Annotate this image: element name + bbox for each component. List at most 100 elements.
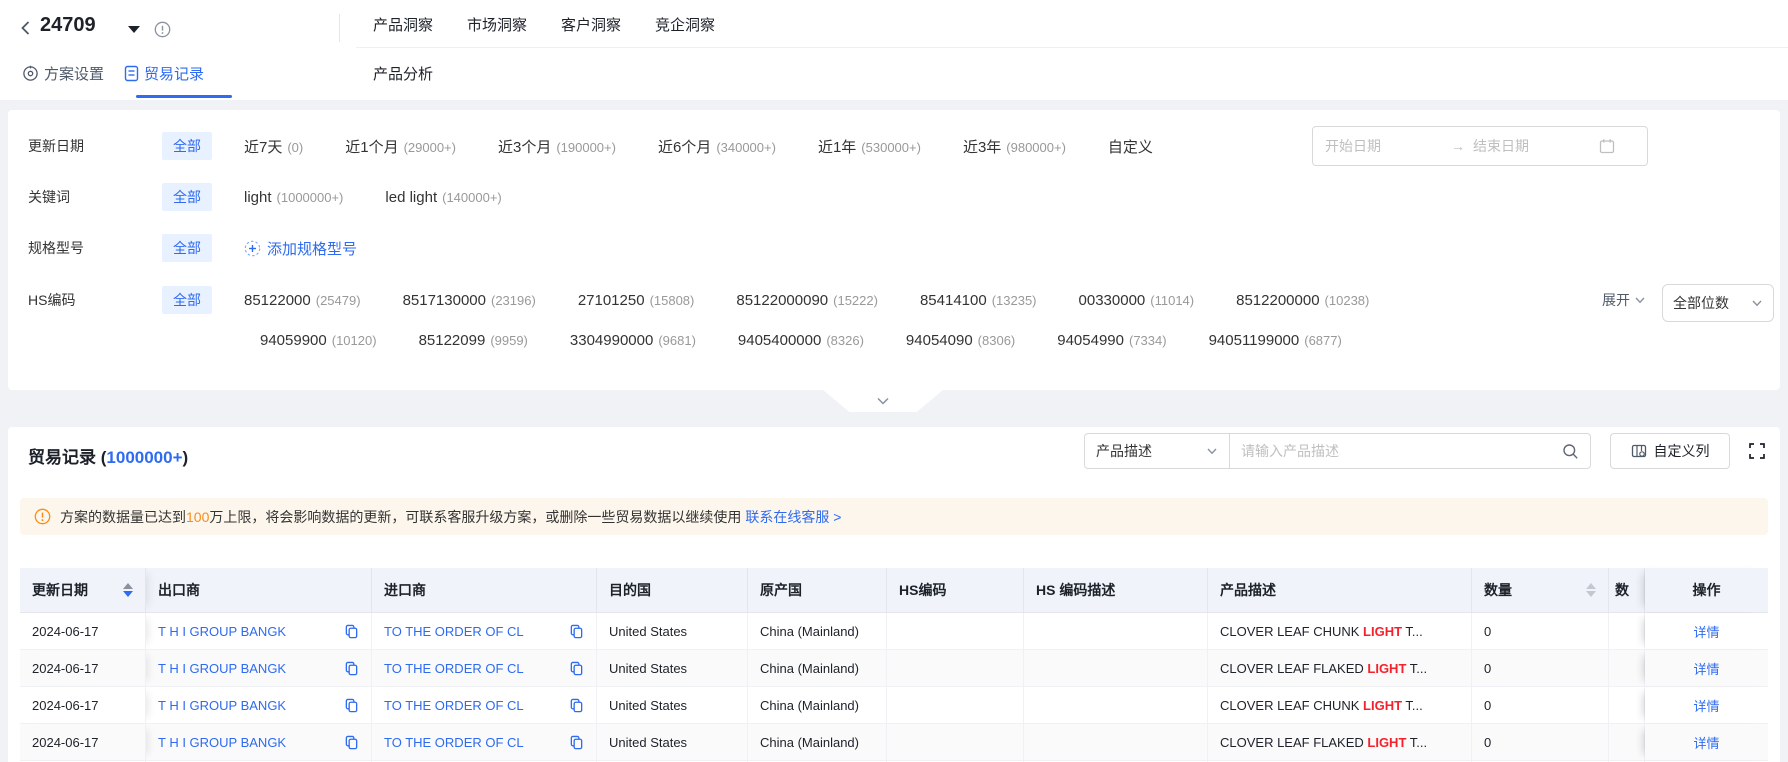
table-row: 2024-06-17 T H I GROUP BANGK TO THE ORDE… [20,687,1768,724]
nav-trade-records[interactable]: 贸易记录 [124,63,204,84]
exporter-link[interactable]: T H I GROUP BANGK [158,735,286,750]
option-custom[interactable]: 自定义 [1108,136,1153,157]
date-range-picker[interactable]: → [1312,126,1648,166]
exporter-link[interactable]: T H I GROUP BANGK [158,661,286,676]
detail-link[interactable]: 详情 [1693,733,1719,752]
copy-icon[interactable] [344,624,359,639]
calendar-icon [1599,139,1615,154]
copy-icon[interactable] [344,661,359,676]
customize-columns-button[interactable]: 自定义列 [1610,433,1730,469]
cell-importer: TO THE ORDER OF CL [372,687,597,723]
cell-action: 详情 [1645,650,1768,686]
hs-expand-toggle[interactable]: 展开 [1602,286,1646,314]
spec-all-chip[interactable]: 全部 [162,234,212,262]
cell-destination: United States [597,687,748,723]
hs-options-line1: 85122000 (25479) 8517130000 (23196) 271012… [244,292,1369,309]
detail-link[interactable]: 详情 [1693,696,1719,715]
sort-quantity[interactable] [1578,583,1596,597]
col-header-quantity[interactable]: 数量 [1472,568,1609,612]
update-date-all-chip[interactable]: 全部 [162,132,212,160]
cell-origin: China (Mainland) [748,724,887,760]
start-date-input[interactable] [1325,138,1443,154]
end-date-input[interactable] [1473,138,1591,154]
warning-text: 方案的数据量已达到100万上限，将会影响数据的更新，可联系客服升级方案，或删除一… [60,508,842,525]
hs-option[interactable]: 85122000 (25479) [244,292,361,309]
cell-quantity: 0 [1472,613,1609,649]
col-header-destination: 目的国 [597,568,748,612]
tab-competitor-insight[interactable]: 竞企洞察 [655,14,715,35]
hs-option[interactable]: 85414100 (13235) [920,292,1037,309]
keyword-all-chip[interactable]: 全部 [162,183,212,211]
hs-option[interactable]: 3304990000 (9681) [570,332,696,349]
info-icon[interactable] [154,21,171,38]
cell-hs-code [887,724,1024,760]
cell-quantity: 0 [1472,724,1609,760]
collapse-filters-button[interactable] [823,390,943,412]
back-icon[interactable] [16,18,36,38]
cell-hs-desc [1024,650,1208,686]
copy-icon[interactable] [569,661,584,676]
plan-nav: 方案设置 贸易记录 [22,58,204,88]
copy-icon[interactable] [344,698,359,713]
search-field-select[interactable]: 产品描述 [1084,433,1230,469]
hs-option[interactable]: 9405400000 (8326) [738,332,864,349]
hs-option[interactable]: 27101250 (15808) [578,292,695,309]
cell-destination: United States [597,613,748,649]
importer-link[interactable]: TO THE ORDER OF CL [384,661,524,676]
copy-icon[interactable] [569,698,584,713]
option-3y[interactable]: 近3年 (980000+) [963,136,1066,157]
hs-option[interactable]: 8512200000 (10238) [1236,292,1369,309]
cell-exporter: T H I GROUP BANGK [146,724,372,760]
copy-icon[interactable] [569,735,584,750]
hs-all-chip[interactable]: 全部 [162,286,212,314]
cell-importer: TO THE ORDER OF CL [372,613,597,649]
range-arrow-icon: → [1451,138,1465,154]
chevron-down-icon [1635,297,1645,304]
hs-digits-select[interactable]: 全部位数 [1662,284,1774,322]
option-1m[interactable]: 近1个月 (29000+) [345,136,456,157]
keyword-led-light[interactable]: led light (140000+) [385,189,501,206]
importer-link[interactable]: TO THE ORDER OF CL [384,735,524,750]
cell-action: 详情 [1645,613,1768,649]
hs-option[interactable]: 85122000090 (15222) [736,292,878,309]
copy-icon[interactable] [569,624,584,639]
option-3m[interactable]: 近3个月 (190000+) [498,136,616,157]
search-input[interactable] [1241,443,1562,459]
keyword-light[interactable]: light (1000000+) [244,189,343,206]
section-title: 贸易记录 (1000000+) [28,448,189,467]
hs-option[interactable]: 94059900 (10120) [260,332,377,349]
copy-icon[interactable] [344,735,359,750]
cell-date: 2024-06-17 [20,650,146,686]
tab-product-insight[interactable]: 产品洞察 [373,14,433,35]
tab-market-insight[interactable]: 市场洞察 [467,14,527,35]
hs-option[interactable]: 00330000 (11014) [1079,292,1195,309]
importer-link[interactable]: TO THE ORDER OF CL [384,624,524,639]
col-header-date[interactable]: 更新日期 [20,568,146,612]
title-caret-down-icon[interactable] [128,26,140,33]
hs-option[interactable]: 94054090 (8306) [906,332,1015,349]
hs-option[interactable]: 8517130000 (23196) [403,292,536,309]
nav-plan-settings[interactable]: 方案设置 [22,63,104,84]
option-6m[interactable]: 近6个月 (340000+) [658,136,776,157]
cell-destination: United States [597,650,748,686]
cell-importer: TO THE ORDER OF CL [372,724,597,760]
tab-customer-insight[interactable]: 客户洞察 [561,14,621,35]
fullscreen-icon[interactable] [1744,438,1770,464]
cell-hs-code [887,613,1024,649]
exporter-link[interactable]: T H I GROUP BANGK [158,698,286,713]
option-7d[interactable]: 近7天 (0) [244,136,303,157]
search-box[interactable] [1229,433,1591,469]
hs-option[interactable]: 85122099 (9959) [419,332,528,349]
importer-link[interactable]: TO THE ORDER OF CL [384,698,524,713]
detail-link[interactable]: 详情 [1693,622,1719,641]
option-1y[interactable]: 近1年 (530000+) [818,136,921,157]
contact-support-link[interactable]: 联系在线客服 > [745,509,841,525]
exporter-link[interactable]: T H I GROUP BANGK [158,624,286,639]
hs-option[interactable]: 94051199000 (6877) [1209,332,1342,349]
add-spec-button[interactable]: 添加规格型号 [244,238,357,259]
tab-product-analysis[interactable]: 产品分析 [373,58,433,88]
search-icon[interactable] [1562,443,1579,460]
sort-date[interactable] [115,583,133,597]
detail-link[interactable]: 详情 [1693,659,1719,678]
hs-option[interactable]: 94054990 (7334) [1057,332,1166,349]
